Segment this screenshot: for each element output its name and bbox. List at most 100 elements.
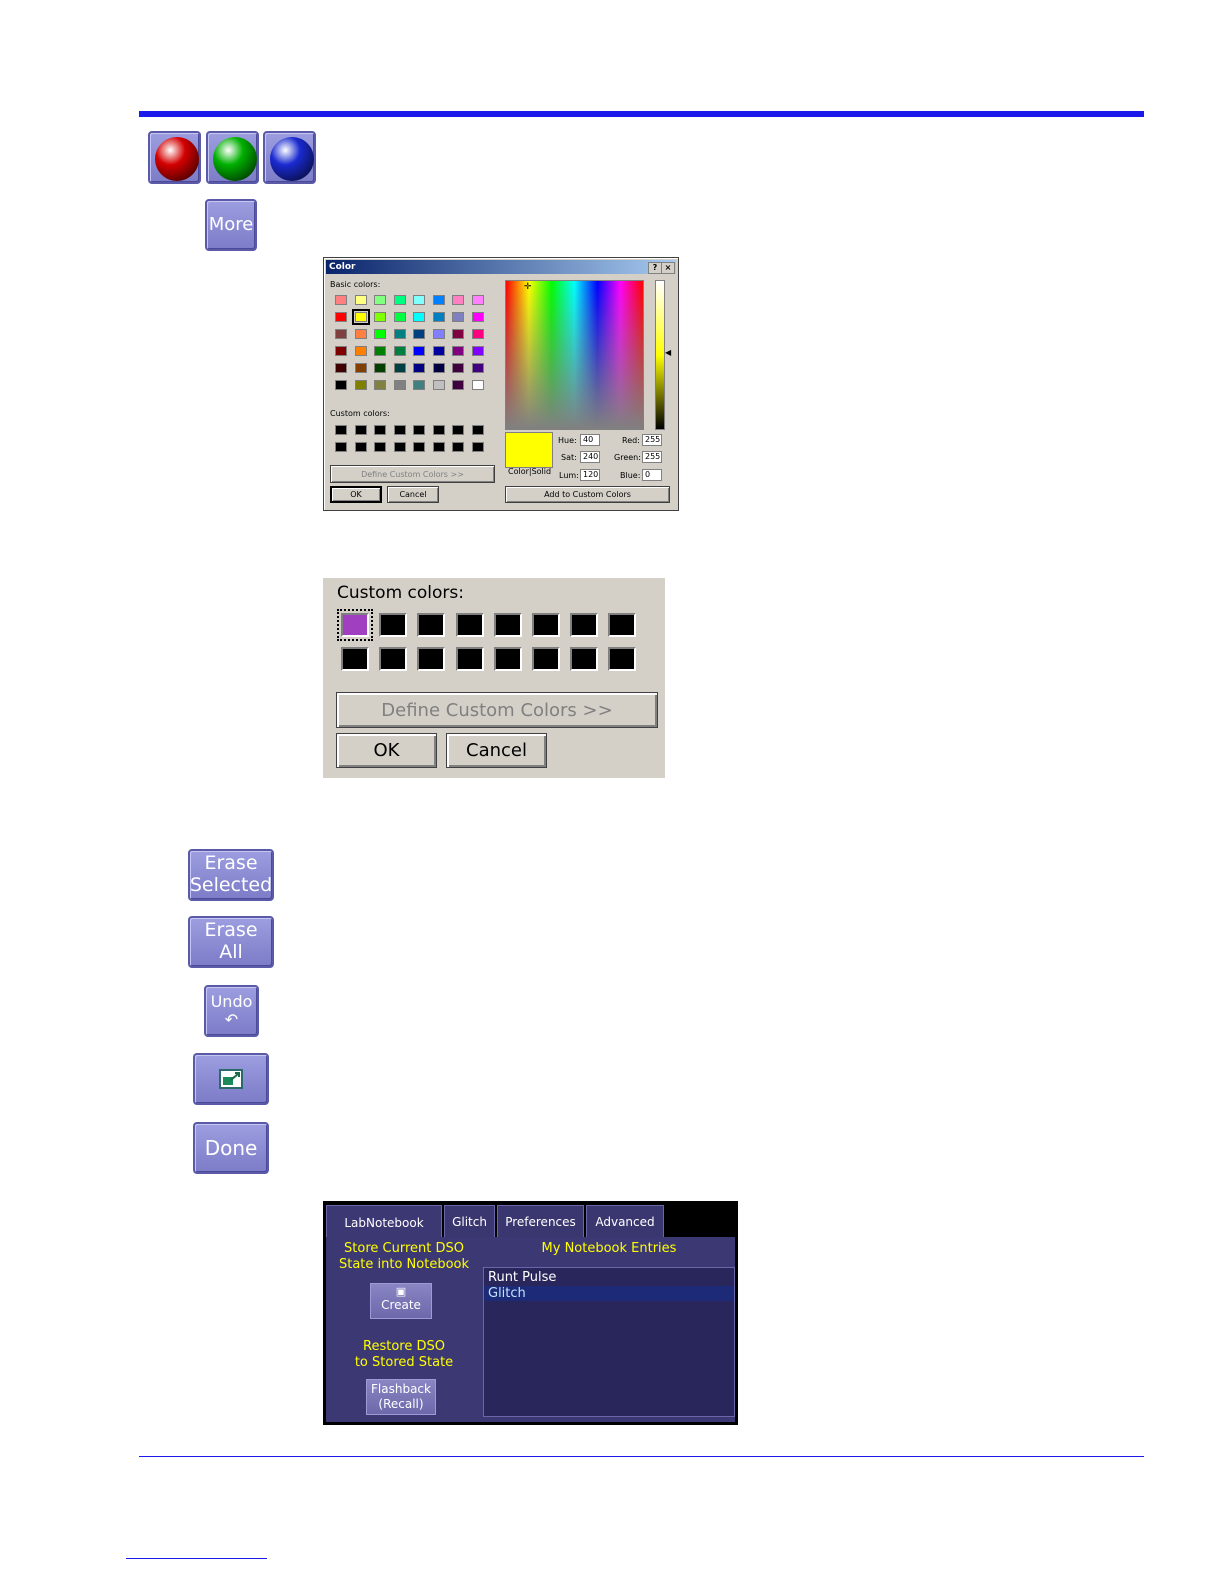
zoom-custom-color-swatch[interactable] bbox=[341, 647, 369, 671]
basic-color-swatch[interactable] bbox=[471, 346, 484, 356]
zoom-custom-color-swatch[interactable] bbox=[493, 613, 522, 637]
basic-color-swatch[interactable] bbox=[374, 346, 386, 356]
basic-color-swatch[interactable] bbox=[432, 329, 445, 339]
basic-color-swatch[interactable] bbox=[452, 363, 464, 373]
basic-color-swatch[interactable] bbox=[471, 312, 484, 322]
basic-color-swatch[interactable] bbox=[413, 295, 425, 305]
zoom-custom-color-swatch[interactable] bbox=[532, 613, 560, 637]
zoom-custom-color-swatch[interactable] bbox=[455, 613, 484, 637]
basic-color-swatch[interactable] bbox=[335, 363, 347, 373]
define-custom-colors-button[interactable]: Define Custom Colors >> bbox=[330, 465, 495, 483]
help-button[interactable]: ? bbox=[648, 262, 662, 274]
basic-color-swatch[interactable] bbox=[393, 312, 406, 322]
basic-color-swatch[interactable] bbox=[413, 346, 425, 356]
basic-color-swatch[interactable] bbox=[413, 312, 425, 322]
erase-all-button[interactable]: Erase All bbox=[188, 916, 274, 968]
custom-color-swatch[interactable] bbox=[354, 425, 367, 435]
zoom-custom-color-swatch[interactable] bbox=[532, 647, 560, 671]
list-item-runt-pulse[interactable]: Runt Pulse bbox=[484, 1270, 734, 1285]
erase-selected-button[interactable]: Erase Selected bbox=[188, 849, 274, 901]
custom-color-swatch[interactable] bbox=[335, 425, 347, 435]
custom-color-swatch[interactable] bbox=[471, 442, 484, 452]
basic-color-swatch[interactable] bbox=[374, 380, 386, 390]
zoom-custom-color-swatch[interactable] bbox=[417, 613, 446, 637]
done-button[interactable]: Done bbox=[193, 1122, 269, 1174]
color-sphere-button-0[interactable] bbox=[148, 131, 201, 184]
tab-preferences[interactable]: Preferences bbox=[497, 1205, 584, 1238]
color-sphere-button-1[interactable] bbox=[206, 131, 259, 184]
basic-color-swatch[interactable] bbox=[335, 346, 347, 356]
custom-color-swatch[interactable] bbox=[432, 442, 445, 452]
zoom-custom-color-swatch[interactable] bbox=[379, 613, 408, 637]
basic-color-swatch[interactable] bbox=[432, 312, 445, 322]
basic-color-swatch[interactable] bbox=[413, 329, 425, 339]
list-item-glitch[interactable]: Glitch bbox=[484, 1286, 734, 1301]
basic-color-swatch[interactable] bbox=[393, 329, 406, 339]
basic-color-swatch[interactable] bbox=[351, 309, 370, 325]
flashback-recall-button[interactable]: Flashback (Recall) bbox=[366, 1379, 436, 1415]
basic-color-swatch[interactable] bbox=[471, 380, 484, 390]
create-button[interactable]: ▣ Create bbox=[370, 1283, 432, 1319]
lum-field[interactable]: 120 bbox=[580, 469, 600, 481]
basic-color-swatch[interactable] bbox=[374, 363, 386, 373]
custom-color-swatch[interactable] bbox=[354, 442, 367, 452]
luminosity-arrow-icon[interactable]: ◀ bbox=[665, 348, 671, 357]
zoom-cancel-button[interactable]: Cancel bbox=[446, 733, 547, 768]
custom-color-swatch[interactable] bbox=[413, 442, 425, 452]
basic-color-swatch[interactable] bbox=[432, 363, 445, 373]
basic-color-swatch[interactable] bbox=[393, 295, 406, 305]
basic-color-swatch[interactable] bbox=[452, 329, 464, 339]
tab-glitch[interactable]: Glitch bbox=[444, 1205, 495, 1238]
cancel-button[interactable]: Cancel bbox=[387, 486, 439, 503]
zoom-custom-color-swatch[interactable] bbox=[337, 609, 373, 641]
basic-color-swatch[interactable] bbox=[374, 312, 386, 322]
basic-color-swatch[interactable] bbox=[354, 346, 367, 356]
basic-color-swatch[interactable] bbox=[432, 346, 445, 356]
basic-color-swatch[interactable] bbox=[452, 380, 464, 390]
basic-color-swatch[interactable] bbox=[335, 312, 347, 322]
basic-color-swatch[interactable] bbox=[432, 295, 445, 305]
zoom-custom-color-swatch[interactable] bbox=[608, 647, 637, 671]
tab-labnotebook[interactable]: LabNotebook bbox=[326, 1205, 442, 1239]
zoom-custom-color-swatch[interactable] bbox=[455, 647, 484, 671]
custom-color-swatch[interactable] bbox=[393, 425, 406, 435]
custom-color-swatch[interactable] bbox=[452, 442, 464, 452]
zoom-custom-color-swatch[interactable] bbox=[608, 613, 637, 637]
basic-color-swatch[interactable] bbox=[452, 312, 464, 322]
hue-field[interactable]: 40 bbox=[580, 434, 600, 446]
sat-field[interactable]: 240 bbox=[580, 451, 600, 463]
red-field[interactable]: 255 bbox=[642, 434, 662, 446]
basic-color-swatch[interactable] bbox=[413, 380, 425, 390]
custom-color-swatch[interactable] bbox=[335, 442, 347, 452]
basic-color-swatch[interactable] bbox=[354, 329, 367, 339]
color-spectrum[interactable] bbox=[505, 280, 644, 430]
basic-color-swatch[interactable] bbox=[452, 346, 464, 356]
window-toggle-button[interactable] bbox=[193, 1053, 269, 1105]
custom-color-swatch[interactable] bbox=[374, 425, 386, 435]
basic-color-swatch[interactable] bbox=[335, 329, 347, 339]
green-field[interactable]: 255 bbox=[642, 451, 662, 463]
zoom-custom-color-swatch[interactable] bbox=[570, 647, 599, 671]
ok-button[interactable]: OK bbox=[330, 486, 382, 503]
zoom-custom-color-swatch[interactable] bbox=[417, 647, 446, 671]
custom-color-swatch[interactable] bbox=[471, 425, 484, 435]
basic-color-swatch[interactable] bbox=[354, 363, 367, 373]
close-button[interactable]: × bbox=[661, 262, 675, 274]
custom-color-swatch[interactable] bbox=[452, 425, 464, 435]
basic-color-swatch[interactable] bbox=[335, 380, 347, 390]
basic-color-swatch[interactable] bbox=[432, 380, 445, 390]
basic-color-swatch[interactable] bbox=[354, 380, 367, 390]
basic-color-swatch[interactable] bbox=[393, 346, 406, 356]
luminosity-bar[interactable] bbox=[655, 280, 665, 430]
basic-color-swatch[interactable] bbox=[335, 295, 347, 305]
basic-color-swatch[interactable] bbox=[471, 329, 484, 339]
tab-advanced[interactable]: Advanced bbox=[586, 1205, 664, 1238]
custom-color-swatch[interactable] bbox=[432, 425, 445, 435]
undo-button[interactable]: Undo ↶ bbox=[204, 985, 259, 1037]
zoom-custom-color-swatch[interactable] bbox=[379, 647, 408, 671]
notebook-entries-list[interactable]: Runt Pulse Glitch bbox=[483, 1267, 735, 1417]
basic-color-swatch[interactable] bbox=[374, 295, 386, 305]
blue-field[interactable]: 0 bbox=[642, 469, 662, 481]
basic-color-swatch[interactable] bbox=[393, 380, 406, 390]
zoom-ok-button[interactable]: OK bbox=[336, 733, 437, 768]
